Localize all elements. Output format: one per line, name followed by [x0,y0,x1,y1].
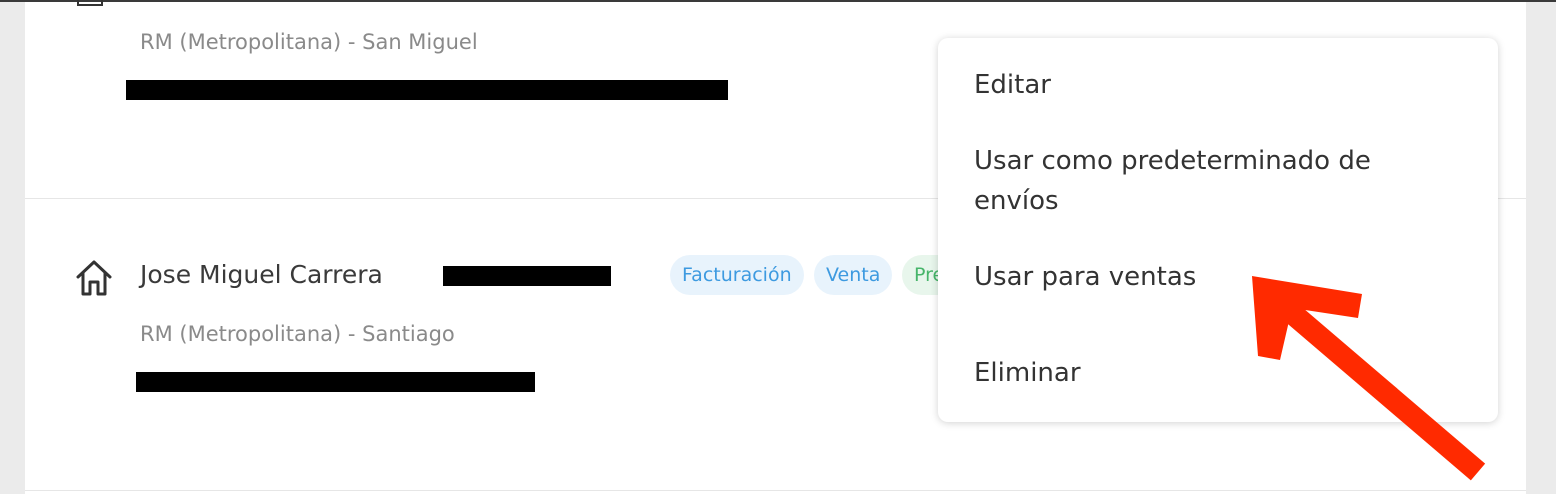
address-title: Jose Miguel Carrera [140,260,383,289]
address-region: RM (Metropolitana) - San Miguel [140,30,478,54]
address-context-menu: Editar Usar como predeterminado de envío… [938,38,1498,422]
tag-venta: Venta [814,255,893,295]
home-icon [77,0,103,6]
redacted-street-number [443,266,611,286]
menu-item-eliminar[interactable]: Eliminar [974,353,1454,393]
redacted-contact [136,372,535,392]
menu-item-editar[interactable]: Editar [974,65,1454,105]
menu-item-usar-para-ventas[interactable]: Usar para ventas [974,257,1454,297]
tag-facturacion: Facturación [670,255,804,295]
row-divider [25,490,1526,491]
redacted-contact [126,80,728,100]
menu-item-predeterminado-envios[interactable]: Usar como predeterminado de envíos [974,141,1454,221]
address-region: RM (Metropolitana) - Santiago [140,322,455,346]
home-icon [76,260,112,296]
